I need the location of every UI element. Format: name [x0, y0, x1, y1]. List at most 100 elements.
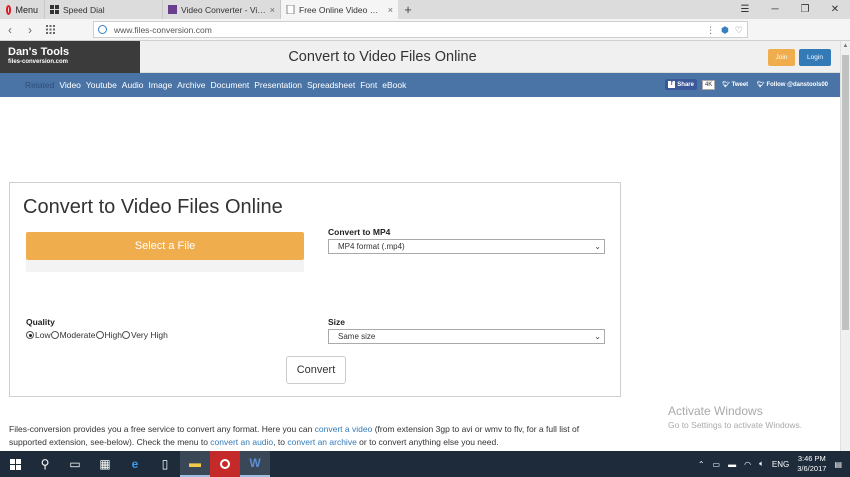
tab-video-converter[interactable]: Video Converter - Video C ×	[162, 0, 280, 19]
heart-icon[interactable]: ♡	[735, 25, 743, 36]
nav-link-youtube[interactable]: Youtube	[86, 80, 117, 90]
page-menu-icon[interactable]: ⋮	[706, 25, 715, 36]
share-label: Share	[677, 81, 694, 88]
nav-link-ebook[interactable]: eBook	[382, 80, 406, 90]
tab-menu-icon[interactable]: ☰	[730, 0, 760, 19]
radio-high[interactable]	[95, 331, 104, 339]
converter-title: Convert to Video Files Online	[23, 196, 283, 218]
forward-icon[interactable]: ›	[20, 23, 40, 37]
follow-button[interactable]: 🐦︎ Follow @danstools00	[755, 79, 830, 90]
nav-link-spreadsheet[interactable]: Spreadsheet	[307, 80, 355, 90]
facebook-icon: f	[668, 81, 676, 88]
page-icon	[286, 4, 295, 15]
desc-text: or to convert anything else you need.	[356, 437, 499, 447]
nav-link-archive[interactable]: Archive	[177, 80, 205, 90]
quality-radio-group: Low Moderate High Very High	[26, 330, 168, 340]
radio-moderate[interactable]	[50, 331, 59, 339]
close-window-icon[interactable]: ✕	[820, 0, 850, 19]
format-select[interactable]: MP4 format (.mp4) ⌄	[328, 239, 605, 254]
nav-link-video[interactable]: Video	[59, 80, 81, 90]
login-button[interactable]: Login	[799, 49, 831, 66]
radio-very-high[interactable]	[122, 331, 130, 339]
convert-audio-link[interactable]: convert an audio	[210, 437, 273, 447]
edge-icon[interactable]: e	[120, 451, 150, 477]
opera-taskbar-icon[interactable]	[210, 451, 240, 477]
start-button[interactable]	[0, 451, 30, 477]
nav-link-image[interactable]: Image	[149, 80, 173, 90]
wifi-icon[interactable]: ◠	[744, 460, 751, 469]
quality-option-very-high[interactable]: Very High	[122, 330, 168, 340]
opera-logo-icon	[220, 459, 230, 469]
file-icon[interactable]: ▯	[150, 451, 180, 477]
url-text: www.files-conversion.com	[114, 24, 212, 35]
tweet-button[interactable]: 🐦︎ Tweet	[720, 79, 750, 90]
battery-icon[interactable]: ▬	[728, 460, 736, 469]
logo-subtitle: files-conversion.com	[8, 59, 69, 65]
nav-link-audio[interactable]: Audio	[122, 80, 144, 90]
file-drop-area	[26, 260, 304, 272]
size-select[interactable]: Same size ⌄	[328, 329, 605, 344]
facebook-share-button[interactable]: f Share	[665, 79, 697, 90]
quality-label: Quality	[26, 317, 55, 327]
quality-option-moderate[interactable]: Moderate	[50, 330, 96, 340]
scrollbar-thumb[interactable]	[842, 55, 849, 330]
minimize-icon[interactable]: ─	[760, 0, 790, 19]
back-icon[interactable]: ‹	[0, 23, 20, 37]
new-tab-button[interactable]: +	[398, 0, 418, 19]
browser-tab-bar: Menu Speed Dial Video Converter - Video …	[0, 0, 850, 19]
tab-close-icon[interactable]: ×	[388, 5, 393, 15]
chevron-down-icon: ⌄	[594, 332, 601, 341]
nav-link-document[interactable]: Document	[211, 80, 250, 90]
radio-low[interactable]	[26, 331, 34, 339]
network-icon[interactable]: ▭	[713, 460, 721, 469]
system-tray: ⌃ ▭ ▬ ◠ 🔈︎ ENG 3:46 PM 3/6/2017 ▤	[698, 451, 842, 477]
task-view-icon[interactable]: ▭	[60, 451, 90, 477]
convert-video-link[interactable]: convert a video	[315, 424, 373, 434]
opera-logo-icon	[6, 4, 12, 15]
tab-speed-dial[interactable]: Speed Dial	[44, 0, 162, 19]
converter-panel: Convert to Video Files Online Select a F…	[9, 182, 621, 397]
convert-button[interactable]: Convert	[286, 356, 346, 384]
site-header: Dan's Tools files-conversion.com Convert…	[0, 41, 840, 73]
chevron-up-icon[interactable]: ⌃	[698, 460, 705, 469]
opera-menu-button[interactable]: Menu	[0, 0, 44, 19]
convert-archive-link[interactable]: convert an archive	[287, 437, 356, 447]
nav-link-presentation[interactable]: Presentation	[254, 80, 302, 90]
tab-free-online-video-converter[interactable]: Free Online Video Convert ×	[280, 0, 398, 19]
word-icon[interactable]: W	[240, 451, 270, 477]
site-logo[interactable]: Dan's Tools files-conversion.com	[0, 41, 140, 73]
store-icon[interactable]: ▦	[90, 451, 120, 477]
activate-windows-watermark: Activate Windows Go to Settings to activ…	[668, 404, 802, 430]
file-explorer-icon[interactable]: ▬	[180, 451, 210, 477]
tweet-label: Tweet	[731, 82, 749, 88]
notifications-icon[interactable]: ▤	[834, 460, 842, 469]
radio-label: Moderate	[59, 330, 96, 340]
maximize-icon[interactable]: ❐	[790, 0, 820, 19]
search-icon[interactable]: ⚲	[30, 451, 60, 477]
quality-option-low[interactable]: Low	[26, 330, 51, 340]
scroll-up-icon[interactable]: ▲	[841, 43, 850, 49]
clock-date: 3/6/2017	[797, 464, 827, 473]
nav-link-font[interactable]: Font	[360, 80, 377, 90]
url-input[interactable]: www.files-conversion.com ⋮ ⬢ ♡	[93, 21, 748, 38]
size-value: Same size	[338, 332, 376, 341]
windows-logo-icon	[9, 458, 21, 470]
radio-label: Low	[35, 330, 51, 340]
quality-option-high[interactable]: High	[95, 330, 122, 340]
language-indicator[interactable]: ENG	[772, 460, 789, 469]
follow-label: Follow @danstools00	[766, 82, 828, 88]
page-scrollbar[interactable]: ▲	[840, 41, 850, 451]
speed-dial-grid-icon[interactable]	[40, 23, 60, 37]
convert-to-label: Convert to MP4	[328, 227, 391, 237]
tab-close-icon[interactable]: ×	[270, 5, 275, 15]
join-button[interactable]: Join	[768, 49, 795, 66]
header-title: Convert to Video Files Online	[288, 49, 477, 65]
select-file-button[interactable]: Select a File	[26, 232, 304, 260]
desc-text: Files-conversion provides you a free ser…	[9, 424, 315, 434]
clock[interactable]: 3:46 PM 3/6/2017	[797, 454, 826, 474]
windows-taskbar: ⚲ ▭ ▦ e ▯ ▬ W ⌃ ▭ ▬ ◠ 🔈︎ ENG 3:46 PM 3/6…	[0, 451, 850, 477]
site-favicon-icon	[168, 5, 177, 14]
watermark-title: Activate Windows	[668, 404, 763, 418]
shield-icon[interactable]: ⬢	[721, 25, 729, 36]
volume-icon[interactable]: 🔈︎	[759, 459, 764, 469]
